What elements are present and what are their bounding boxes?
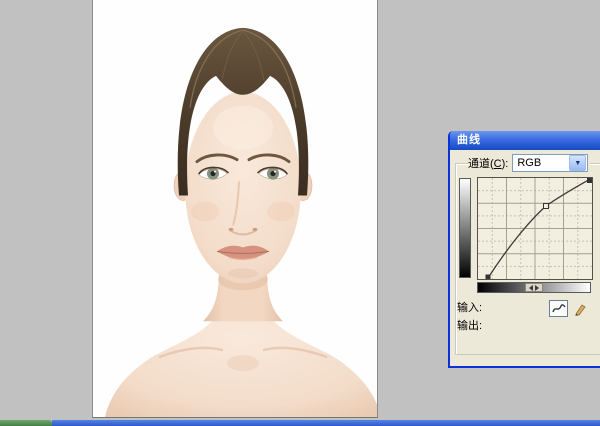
curve-point-highlight bbox=[587, 178, 592, 183]
taskbar-bar[interactable] bbox=[52, 420, 600, 426]
chevron-down-icon[interactable]: ▼ bbox=[569, 155, 586, 171]
channel-label-pre: 通道( bbox=[468, 158, 494, 170]
curve-plot[interactable] bbox=[477, 177, 593, 280]
channel-row: 通道(C): RGB ▼ bbox=[468, 154, 590, 172]
input-label: 输入: bbox=[457, 299, 482, 315]
taskbar bbox=[0, 420, 600, 426]
start-button[interactable] bbox=[0, 420, 52, 426]
photoshop-workspace: 曲线 通道(C): RGB ▼ bbox=[0, 0, 600, 426]
curve-grid-and-line bbox=[478, 178, 592, 279]
curve-point-shadow bbox=[486, 275, 491, 280]
pencil-tool-icon bbox=[572, 302, 586, 316]
channel-label-post: ): bbox=[502, 158, 509, 170]
channel-dropdown[interactable]: RGB ▼ bbox=[512, 154, 588, 172]
channel-selected-value: RGB bbox=[513, 157, 568, 169]
dialog-body: 通道(C): RGB ▼ bbox=[450, 150, 600, 366]
channel-label: 通道(C): bbox=[468, 155, 508, 171]
output-gradient-ramp bbox=[459, 178, 471, 278]
channel-accesskey: C bbox=[494, 158, 502, 170]
input-gradient-ramp[interactable] bbox=[477, 282, 591, 293]
portrait-photo bbox=[93, 0, 377, 417]
double-arrow-icon[interactable] bbox=[525, 283, 543, 292]
output-label: 输出: bbox=[457, 317, 482, 333]
pencil-tool-button[interactable] bbox=[570, 300, 587, 317]
document-canvas[interactable] bbox=[92, 0, 378, 418]
curve-point-mid bbox=[544, 204, 549, 209]
curve-point-tool-icon bbox=[552, 303, 566, 314]
curves-dialog: 曲线 通道(C): RGB ▼ bbox=[448, 131, 600, 368]
curve-point-tool-button[interactable] bbox=[549, 300, 568, 317]
dialog-title-bar[interactable]: 曲线 bbox=[450, 131, 600, 150]
